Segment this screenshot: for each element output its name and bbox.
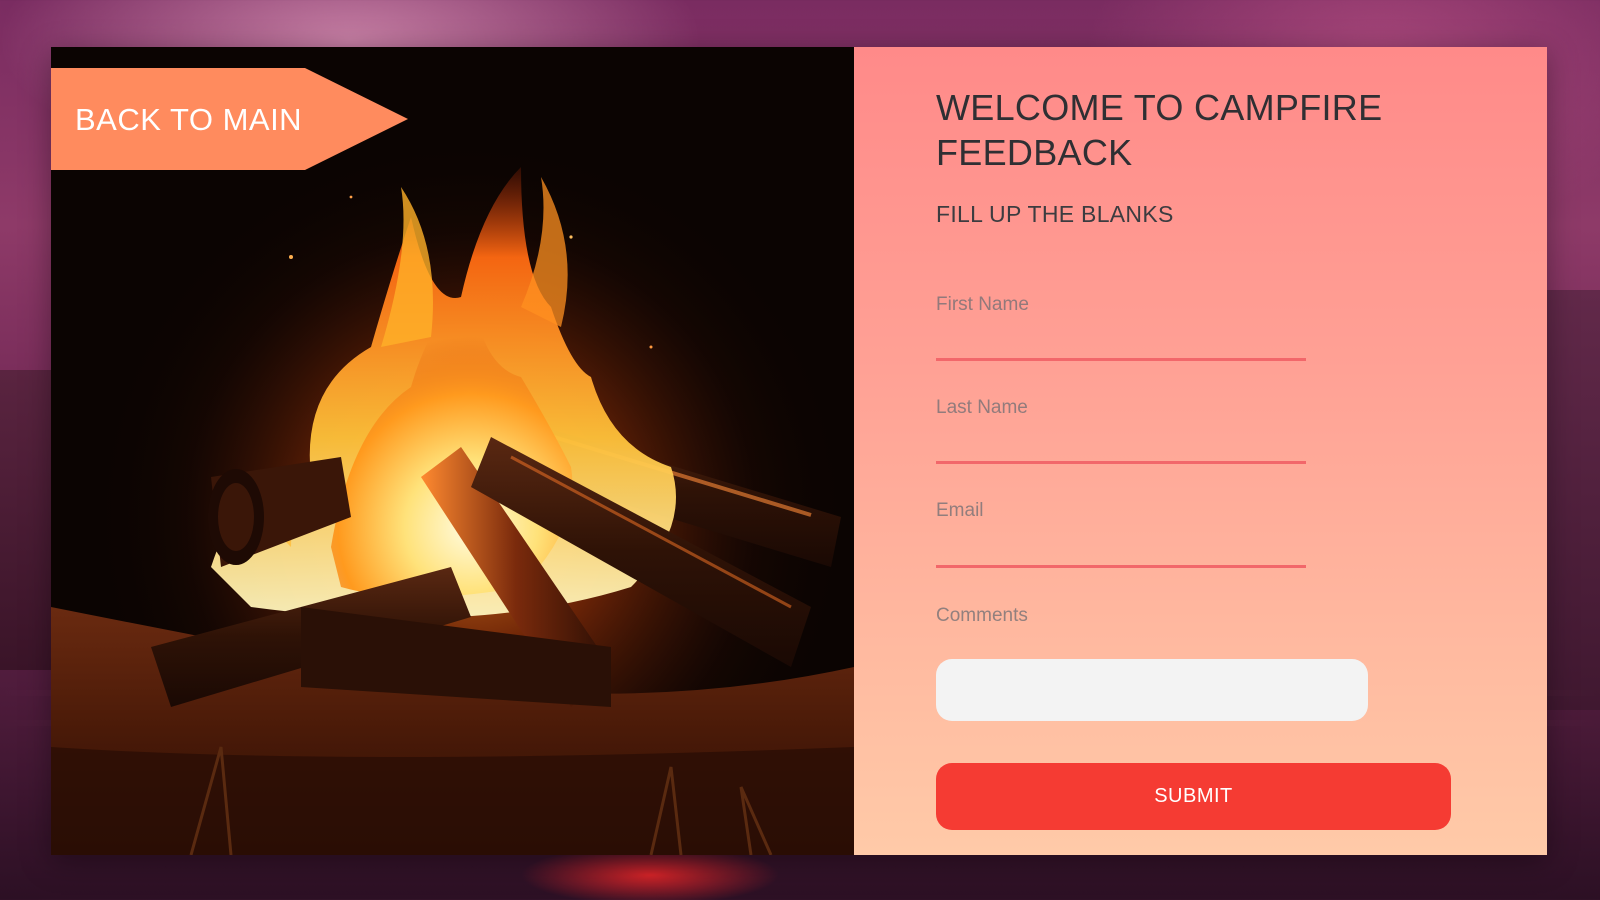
first-name-field[interactable] — [936, 327, 1306, 361]
last-name-label: Last Name — [936, 397, 1028, 418]
feedback-card: BACK TO MAIN WELCOME TO CAMPFIRE FEEDBAC… — [51, 47, 1547, 855]
back-to-main-button[interactable]: BACK TO MAIN — [51, 68, 408, 170]
comments-label: Comments — [936, 605, 1028, 626]
last-name-field[interactable] — [936, 430, 1306, 464]
form-subtitle: FILL UP THE BLANKS — [936, 201, 1174, 227]
submit-button[interactable]: SUBMIT — [936, 763, 1451, 830]
back-to-main-label: BACK TO MAIN — [75, 102, 303, 137]
feedback-form: WELCOME TO CAMPFIRE FEEDBACK FILL UP THE… — [854, 47, 1547, 855]
first-name-label: First Name — [936, 294, 1029, 315]
campfire-image: BACK TO MAIN — [51, 47, 854, 855]
email-label: Email — [936, 500, 984, 521]
email-field[interactable] — [936, 534, 1306, 568]
page-title: WELCOME TO CAMPFIRE FEEDBACK — [936, 87, 1383, 173]
comments-field[interactable] — [936, 659, 1368, 721]
background-building-left — [0, 370, 52, 670]
